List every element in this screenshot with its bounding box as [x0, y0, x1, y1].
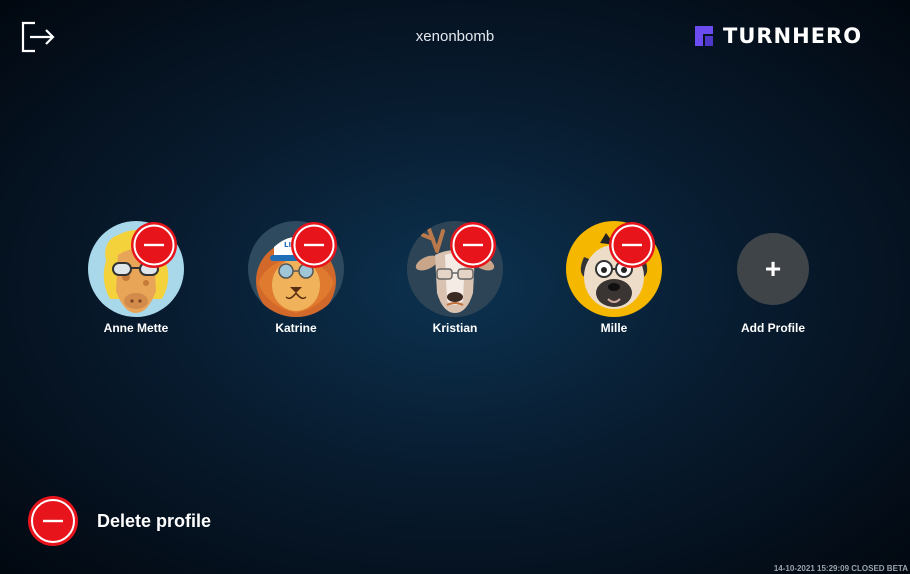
profile-mille[interactable]: Mille	[544, 220, 684, 340]
profile-list: Anne Mette LIONS	[0, 0, 910, 574]
add-profile-label: Add Profile	[740, 321, 805, 335]
profile-name: Mille	[600, 321, 628, 335]
remove-minus-icon	[291, 222, 337, 268]
delete-profile-label: Delete profile	[97, 510, 212, 531]
profile-name: Kristian	[432, 321, 478, 335]
remove-minus-icon	[28, 496, 78, 546]
add-profile-button[interactable]: + Add Profile	[703, 220, 843, 340]
add-profile-circle[interactable]: +	[737, 233, 809, 305]
profile-name: Anne Mette	[103, 321, 169, 335]
plus-icon: +	[764, 253, 782, 284]
remove-minus-icon	[131, 222, 177, 268]
profile-katrine[interactable]: LIONS Katrine	[226, 220, 366, 340]
profile-anne-mette[interactable]: Anne Mette	[66, 220, 206, 340]
remove-minus-icon	[609, 222, 655, 268]
delete-profile-button[interactable]: Delete profile	[27, 495, 211, 547]
remove-minus-icon	[450, 222, 496, 268]
profile-name: Katrine	[275, 321, 317, 335]
build-info: 14-10-2021 15:29:09 CLOSED BETA	[773, 564, 908, 573]
remove-profile-button[interactable]	[449, 221, 497, 269]
remove-profile-button[interactable]	[608, 221, 656, 269]
remove-profile-button[interactable]	[130, 221, 178, 269]
profile-kristian[interactable]: Kristian	[385, 220, 525, 340]
remove-profile-button[interactable]	[290, 221, 338, 269]
